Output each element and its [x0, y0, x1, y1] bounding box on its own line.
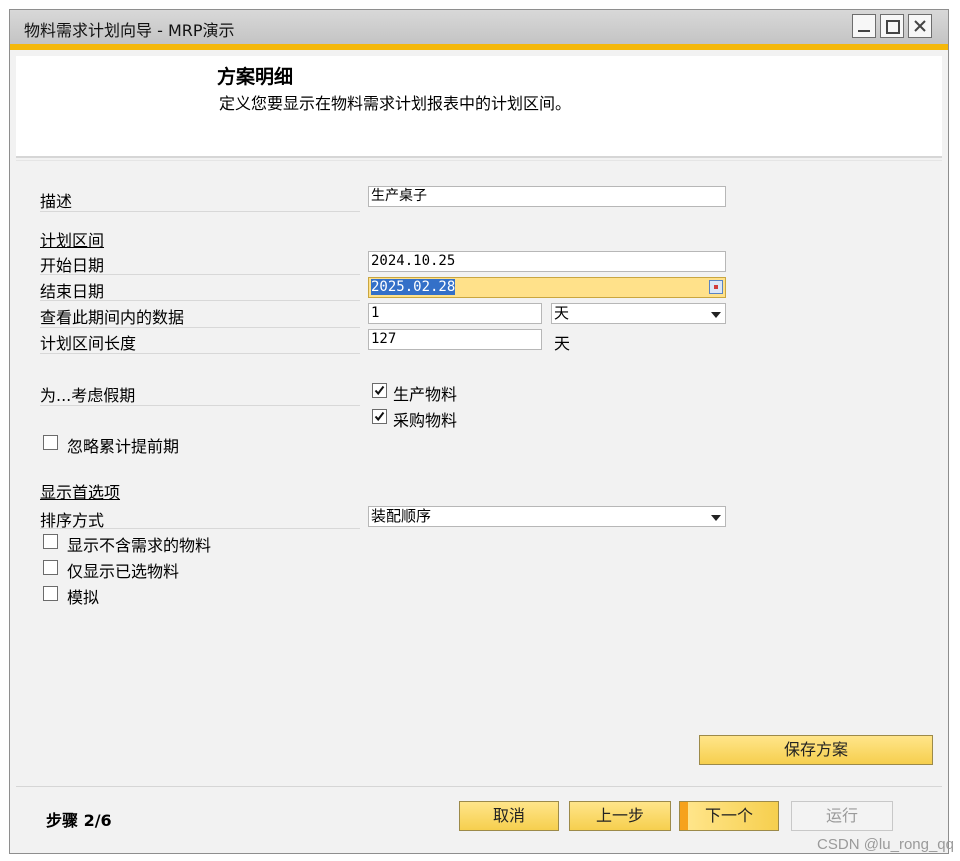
- start-date-label: 开始日期: [40, 256, 105, 275]
- watermark: CSDN @lu_rong_qq: [817, 836, 954, 853]
- maximize-icon[interactable]: [880, 14, 904, 38]
- purchase-items-checkbox[interactable]: [372, 409, 387, 424]
- purchase-items-label: 采购物料: [393, 411, 458, 430]
- sort-select[interactable]: 装配顺序: [368, 506, 726, 527]
- period-length-unit: 天: [554, 334, 571, 353]
- display-options-heading: 显示首选项: [40, 483, 121, 502]
- view-data-field[interactable]: 1: [368, 303, 542, 324]
- holidays-divider: [40, 405, 360, 406]
- production-items-label: 生产物料: [393, 385, 458, 404]
- page-title: 方案明细: [217, 66, 294, 88]
- calendar-icon[interactable]: [709, 280, 723, 294]
- previous-button[interactable]: 上一步: [569, 801, 671, 831]
- next-button[interactable]: 下一个: [679, 801, 779, 831]
- planning-period-heading: 计划区间: [40, 231, 105, 250]
- description-label: 描述: [40, 192, 73, 211]
- production-items-checkbox[interactable]: [372, 383, 387, 398]
- description-divider: [40, 211, 360, 212]
- view-data-unit-value: 天: [554, 304, 570, 322]
- window-title: 物料需求计划向导 - MRP演示: [24, 21, 235, 40]
- view-data-divider: [40, 327, 360, 328]
- header-panel: 方案明细 定义您要显示在物料需求计划报表中的计划区间。: [16, 56, 942, 156]
- ignore-lead-time-label: 忽略累计提前期: [67, 437, 180, 456]
- holidays-label: 为...考虑假期: [40, 386, 136, 405]
- sort-value: 装配顺序: [371, 507, 432, 525]
- header-divider: [16, 156, 942, 158]
- show-no-demand-checkbox[interactable]: [43, 534, 58, 549]
- cancel-button[interactable]: 取消: [459, 801, 559, 831]
- chevron-down-icon: [711, 312, 721, 318]
- period-length-divider: [40, 353, 360, 354]
- ignore-lead-time-checkbox[interactable]: [43, 435, 58, 450]
- run-button: 运行: [791, 801, 893, 831]
- title-accent-bar: [10, 44, 948, 50]
- period-length-field: 127: [368, 329, 542, 350]
- page-subtitle: 定义您要显示在物料需求计划报表中的计划区间。: [219, 94, 572, 113]
- period-length-label: 计划区间长度: [40, 334, 137, 353]
- minimize-icon[interactable]: [852, 14, 876, 38]
- close-icon[interactable]: [908, 14, 932, 38]
- start-date-divider: [40, 274, 360, 275]
- wizard-window: 物料需求计划向导 - MRP演示 方案明细 定义您要显示在物料需求计划报表中的计…: [9, 9, 949, 854]
- view-data-label: 查看此期间内的数据: [40, 308, 185, 327]
- end-date-value: 2025.02.28: [371, 279, 456, 295]
- step-indicator: 步骤 2/6: [46, 811, 112, 830]
- start-date-field[interactable]: 2024.10.25: [368, 251, 726, 272]
- end-date-divider: [40, 300, 360, 301]
- header-divider-2: [16, 160, 942, 161]
- view-data-unit-select[interactable]: 天: [551, 303, 726, 324]
- end-date-field[interactable]: 2025.02.28: [368, 277, 726, 298]
- show-no-demand-label: 显示不含需求的物料: [67, 536, 212, 555]
- form-content: 描述 生产桌子 计划区间 开始日期 2024.10.25 结束日期 2025.0…: [16, 170, 942, 790]
- sort-divider: [40, 528, 360, 529]
- description-field[interactable]: 生产桌子: [368, 186, 726, 207]
- end-date-label: 结束日期: [40, 282, 105, 301]
- simulate-checkbox[interactable]: [43, 586, 58, 601]
- save-scenario-button[interactable]: 保存方案: [699, 735, 933, 765]
- footer-divider: [16, 786, 942, 787]
- simulate-label: 模拟: [67, 588, 100, 607]
- show-selected-only-checkbox[interactable]: [43, 560, 58, 575]
- show-selected-only-label: 仅显示已选物料: [67, 562, 180, 581]
- chevron-down-icon: [711, 515, 721, 521]
- title-bar[interactable]: 物料需求计划向导 - MRP演示: [10, 10, 948, 44]
